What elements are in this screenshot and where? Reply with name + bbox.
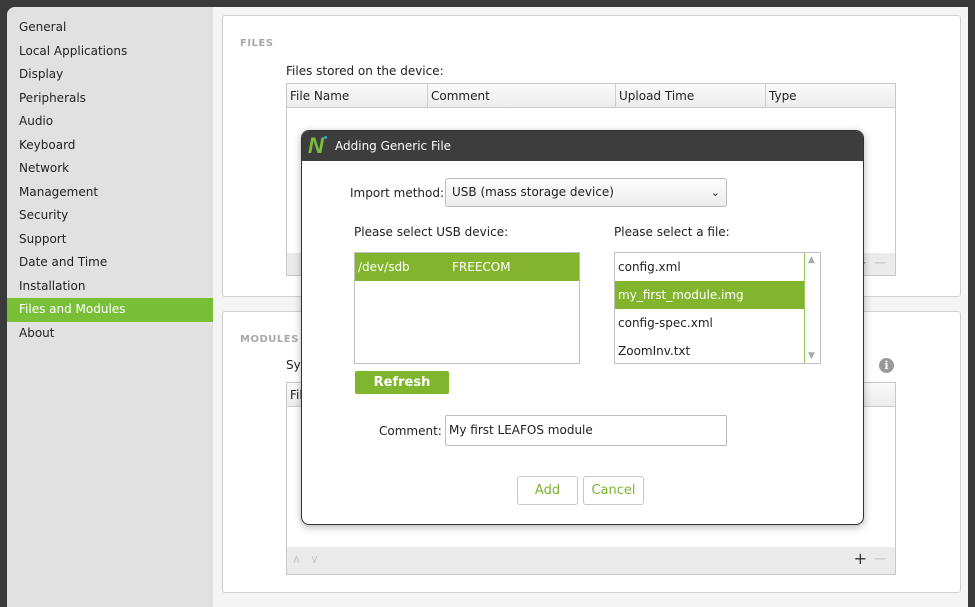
add-button[interactable]: Add	[517, 476, 578, 505]
list-item[interactable]: config.xml	[615, 253, 804, 281]
refresh-button[interactable]: Refresh	[355, 371, 449, 394]
cancel-button[interactable]: Cancel	[583, 476, 644, 505]
sidebar-item-keyboard[interactable]: Keyboard	[7, 134, 213, 158]
sidebar-item-local-applications[interactable]: Local Applications	[7, 40, 213, 64]
app-logo-icon: N	[308, 133, 324, 158]
dialog-titlebar[interactable]: N Adding Generic File	[302, 131, 863, 161]
dialog-title: Adding Generic File	[335, 139, 452, 153]
device-name: FREECOM	[452, 260, 511, 274]
device-path: /dev/sdb	[358, 260, 410, 274]
sidebar-item-about[interactable]: About	[7, 322, 213, 346]
file-select-label: Please select a file:	[614, 225, 730, 239]
usb-device-label: Please select USB device:	[354, 225, 509, 239]
modules-table-footer: ∧ ∨ + −	[287, 547, 895, 574]
chevron-down-icon: ⌄	[710, 186, 720, 199]
sidebar-item-display[interactable]: Display	[7, 63, 213, 87]
sidebar-item-audio[interactable]: Audio	[7, 110, 213, 134]
sidebar-item-support[interactable]: Support	[7, 228, 213, 252]
list-item[interactable]: my_first_module.img	[615, 281, 804, 309]
usb-device-list: /dev/sdb FREECOM	[354, 252, 580, 364]
sidebar-item-installation[interactable]: Installation	[7, 275, 213, 299]
sidebar-item-management[interactable]: Management	[7, 181, 213, 205]
modules-section-title: MODULES	[240, 334, 299, 345]
add-module-icon[interactable]: +	[854, 549, 867, 568]
scroll-up-icon[interactable]: ▲	[808, 255, 815, 265]
info-icon[interactable]: i	[879, 358, 894, 373]
files-table-header: File Name Comment Upload Time Type	[287, 84, 895, 108]
list-item[interactable]: /dev/sdb FREECOM	[355, 253, 579, 281]
list-item[interactable]: config-spec.xml	[615, 309, 804, 337]
sidebar-item-peripherals[interactable]: Peripherals	[7, 87, 213, 111]
list-item[interactable]: ZoomInv.txt	[615, 337, 804, 363]
column-comment[interactable]: Comment	[428, 84, 616, 107]
scroll-down-icon[interactable]: ▼	[808, 351, 815, 361]
sidebar-item-security[interactable]: Security	[7, 204, 213, 228]
import-method-select[interactable]: USB (mass storage device) ⌄	[445, 178, 727, 207]
files-table-label: Files stored on the device:	[286, 64, 444, 78]
app-logo-dot	[324, 136, 327, 139]
import-method-value: USB (mass storage device)	[452, 185, 614, 199]
sidebar: General Local Applications Display Perip…	[7, 7, 213, 607]
column-file-name[interactable]: File Name	[287, 84, 428, 107]
adding-generic-file-dialog: N Adding Generic File Import method: USB…	[301, 130, 864, 525]
remove-module-icon[interactable]: −	[874, 549, 887, 568]
import-method-label: Import method:	[350, 186, 445, 200]
move-up-icon[interactable]: ∧	[292, 552, 301, 566]
file-list: config.xml my_first_module.img config-sp…	[614, 252, 821, 364]
sidebar-item-files-and-modules[interactable]: Files and Modules	[7, 298, 213, 322]
comment-label: Comment:	[379, 424, 442, 438]
sidebar-item-network[interactable]: Network	[7, 157, 213, 181]
move-down-icon[interactable]: ∨	[310, 552, 319, 566]
sidebar-item-date-and-time[interactable]: Date and Time	[7, 251, 213, 275]
files-section-title: FILES	[240, 38, 274, 49]
column-upload-time[interactable]: Upload Time	[616, 84, 766, 107]
remove-file-icon[interactable]: −	[874, 253, 887, 272]
column-type[interactable]: Type	[766, 84, 895, 107]
file-list-scrollbar[interactable]: ▲ ▼	[804, 253, 820, 363]
sidebar-item-general[interactable]: General	[7, 16, 213, 40]
comment-input[interactable]: My first LEAFOS module	[445, 415, 727, 446]
